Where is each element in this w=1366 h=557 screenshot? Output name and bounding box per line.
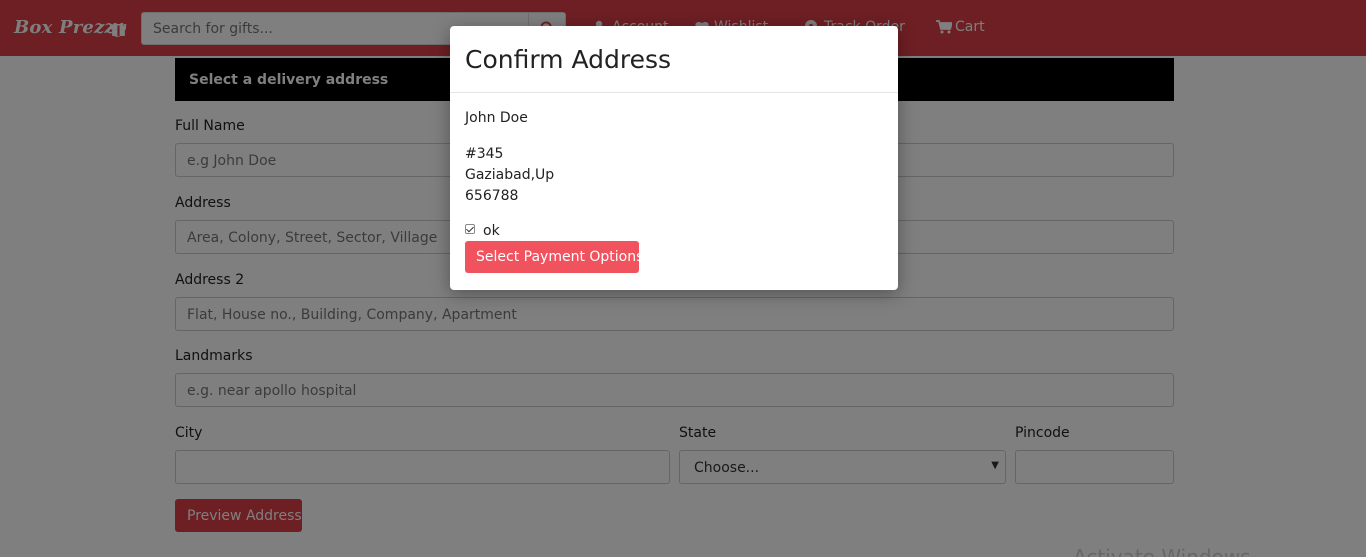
ok-checkbox-label: ok: [483, 223, 500, 239]
confirm-address-line1: #345: [465, 146, 504, 162]
modal-title: Confirm Address: [465, 45, 672, 74]
confirm-address-line2: Gaziabad,Up: [465, 167, 555, 183]
modal-divider: [450, 92, 898, 93]
confirm-name: John Doe: [465, 110, 528, 126]
confirm-pincode: 656788: [465, 188, 519, 204]
select-payment-options-button[interactable]: Select Payment Options: [465, 241, 643, 273]
ok-checkbox[interactable]: [465, 224, 475, 234]
confirm-address-modal: Confirm Address John Doe #345 Gaziabad,U…: [450, 26, 898, 290]
